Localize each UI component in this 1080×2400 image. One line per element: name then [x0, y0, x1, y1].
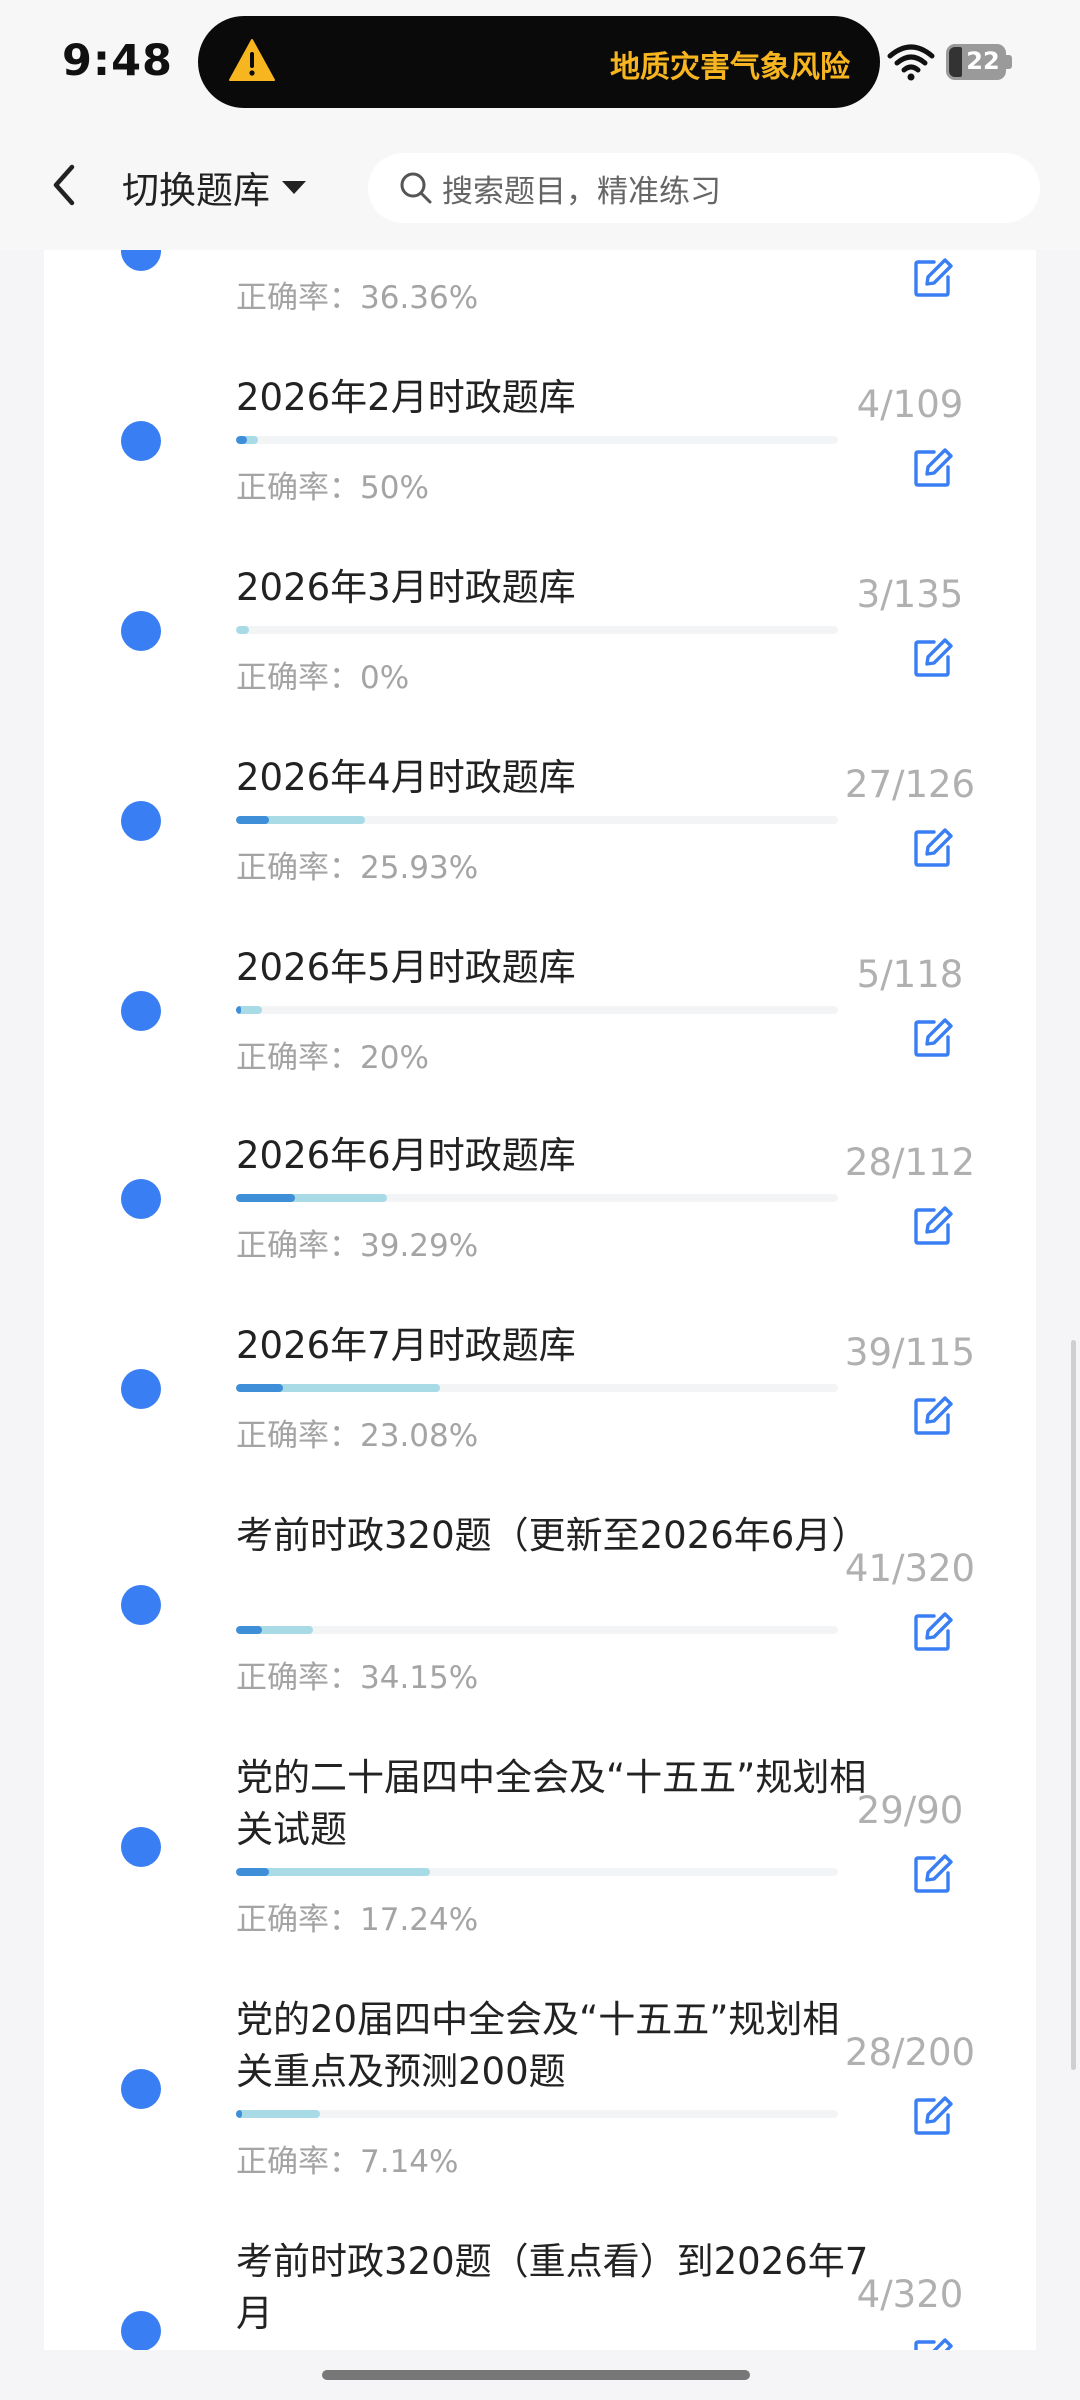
status-bar: 9:48 地质灾害气象风险 22: [0, 0, 1080, 125]
progress-count: 29/90: [856, 1789, 964, 1832]
bank-title: 党的二十届四中全会及“十五五”规划相关试题: [236, 1756, 867, 1851]
bank-title: 考前时政320题（更新至2026年6月）: [236, 1514, 869, 1557]
battery-icon: 22: [946, 44, 1012, 80]
status-dot: [121, 1585, 161, 1625]
list-item[interactable]: 党的20届四中全会及“十五五”规划相关重点及预测200题 正确率：7.14% 28/…: [44, 1872, 1036, 2180]
progress-count: 28/112: [844, 1141, 976, 1184]
weather-alert-pill[interactable]: 地质灾害气象风险: [198, 16, 880, 108]
top-bar: 切换题库 搜索题目，精准练习: [0, 125, 1080, 250]
search-input[interactable]: 搜索题目，精准练习: [368, 153, 1040, 223]
progress-count: 28/200: [844, 2031, 976, 2074]
list-item[interactable]: 2026年4月时政题库 正确率：25.93% 27/126: [44, 630, 1036, 886]
home-indicator[interactable]: [322, 2370, 750, 2380]
list-item[interactable]: 2026年6月时政题库 正确率：39.29% 28/112: [44, 1008, 1036, 1264]
battery-level: 22: [966, 47, 1000, 75]
list-card: 正确率：36.36% 2026年2月时政题库 正确率：50% 4/109 2026年3月…: [44, 250, 1036, 2350]
bank-title: 2026年3月时政题库: [236, 566, 576, 609]
chevron-left-icon[interactable]: [36, 153, 92, 217]
bank-title: 考前时政320题（重点看）到2026年7月: [236, 2240, 869, 2335]
list-item[interactable]: 2026年7月时政题库 正确率：23.08% 39/115: [44, 1198, 1036, 1454]
bank-title: 2026年4月时政题库: [236, 756, 576, 799]
progress-count: 5/118: [856, 953, 964, 996]
status-dot: [121, 2069, 161, 2109]
progress-count: 27/126: [844, 763, 976, 806]
status-dot: [121, 2311, 161, 2350]
list-item[interactable]: 党的二十届四中全会及“十五五”规划相关试题 正确率：17.24% 29/90: [44, 1630, 1036, 1938]
list-item[interactable]: 考前时政320题（重点看）到2026年7月 4/320: [44, 2114, 1036, 2350]
list-item[interactable]: 考前时政320题（更新至2026年6月） 正确率：34.15% 41/320: [44, 1388, 1036, 1696]
list-item[interactable]: 2026年5月时政题库 正确率：20% 5/118: [44, 820, 1036, 1076]
search-icon: [400, 172, 432, 204]
warning-triangle-icon: [229, 39, 275, 81]
search-placeholder: 搜索题目，精准练习: [442, 173, 721, 210]
bank-title: 2026年5月时政题库: [236, 946, 576, 989]
list-item[interactable]: 2026年3月时政题库 正确率：0% 3/135: [44, 440, 1036, 696]
progress-count: 39/115: [844, 1331, 976, 1374]
caret-down-icon: [282, 180, 306, 194]
bank-title: 2026年2月时政题库: [236, 376, 576, 419]
switch-bank-dropdown[interactable]: 切换题库: [122, 157, 306, 217]
status-dot: [121, 1827, 161, 1867]
edit-icon[interactable]: [912, 2337, 954, 2350]
screen: 9:48 地质灾害气象风险 22 切换题库 搜索题目，精准练习 正确率：36.3…: [0, 0, 1080, 2400]
progress-count: 41/320: [844, 1547, 976, 1590]
progress-count: 4/320: [856, 2273, 964, 2316]
scrollbar[interactable]: [1071, 1340, 1076, 2070]
bank-title: 2026年6月时政题库: [236, 1134, 576, 1177]
wifi-icon: [887, 44, 935, 81]
status-time: 9:48: [62, 36, 173, 86]
bank-title: 2026年7月时政题库: [236, 1324, 576, 1367]
list-item[interactable]: 2026年2月时政题库 正确率：50% 4/109: [44, 250, 1036, 506]
switch-bank-label: 切换题库: [122, 169, 270, 212]
bank-title: 党的20届四中全会及“十五五”规划相关重点及预测200题: [236, 1998, 840, 2093]
alert-text: 地质灾害气象风险: [610, 50, 850, 85]
progress-count: 3/135: [856, 573, 964, 616]
progress-count: 4/109: [856, 383, 964, 426]
question-bank-list[interactable]: 正确率：36.36% 2026年2月时政题库 正确率：50% 4/109 2026年3月…: [0, 250, 1080, 2350]
